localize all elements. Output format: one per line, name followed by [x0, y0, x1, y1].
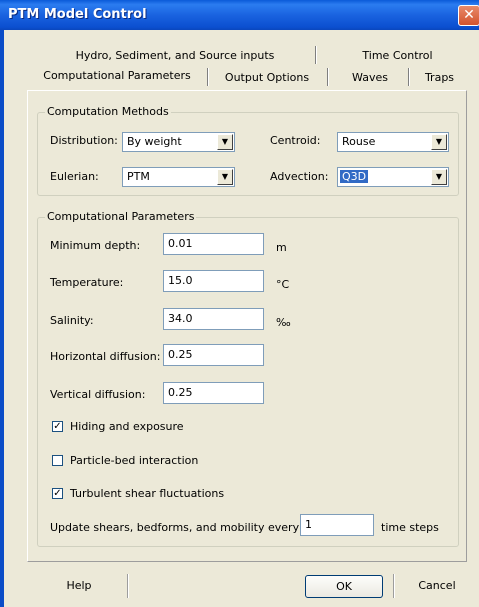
advection-value: Q3D [340, 170, 369, 183]
button-divider [393, 574, 395, 598]
chevron-down-icon[interactable]: ▼ [217, 134, 233, 150]
window-title: PTM Model Control [8, 7, 147, 22]
tab-divider [207, 68, 209, 86]
ok-button[interactable]: OK [305, 575, 383, 598]
tab-waves[interactable]: Waves [335, 68, 405, 88]
close-button[interactable]: ✕ [458, 5, 479, 26]
tab-label: Time Control [362, 49, 433, 62]
min-depth-value: 0.01 [168, 237, 193, 250]
tab-divider [315, 46, 317, 64]
vertical-diffusion-input[interactable]: 0.25 [163, 382, 264, 404]
cancel-label: Cancel [418, 579, 456, 592]
centroid-value: Rouse [342, 135, 376, 148]
horizontal-diffusion-value: 0.25 [168, 348, 193, 361]
eulerian-select[interactable]: PTM ▼ [122, 167, 235, 187]
centroid-select[interactable]: Rouse ▼ [337, 132, 449, 152]
button-divider [127, 574, 129, 598]
tab-traps[interactable]: Traps [412, 68, 467, 88]
vertical-diffusion-label: Vertical diffusion: [50, 388, 146, 401]
distribution-label: Distribution: [50, 134, 118, 147]
turbulent-shear-label: Turbulent shear fluctuations [70, 487, 225, 500]
horizontal-diffusion-label: Horizontal diffusion: [50, 350, 161, 363]
window-frame-left [0, 30, 4, 607]
horizontal-diffusion-input[interactable]: 0.25 [163, 344, 264, 366]
update-every-value: 1 [305, 518, 312, 531]
hiding-exposure-label: Hiding and exposure [70, 420, 184, 433]
chevron-down-icon[interactable]: ▼ [431, 134, 447, 150]
ptm-model-control-dialog: PTM Model Control ✕ Hydro, Sediment, and… [0, 0, 479, 607]
eulerian-label: Eulerian: [50, 170, 99, 183]
temperature-label: Temperature: [50, 276, 124, 289]
tab-divider [408, 68, 410, 86]
help-button[interactable]: Help [40, 575, 118, 598]
tab-label: Hydro, Sediment, and Source inputs [75, 49, 275, 62]
centroid-label: Centroid: [270, 134, 321, 147]
distribution-value: By weight [127, 135, 182, 148]
chevron-down-icon[interactable]: ▼ [217, 169, 233, 185]
temperature-input[interactable]: 15.0 [163, 270, 264, 292]
chevron-down-icon[interactable]: ▼ [431, 169, 447, 185]
tab-label: Computational Parameters [43, 69, 191, 82]
salinity-label: Salinity: [50, 314, 94, 327]
min-depth-input[interactable]: 0.01 [163, 233, 264, 255]
update-every-input[interactable]: 1 [300, 514, 374, 536]
advection-label: Advection: [270, 170, 329, 183]
tab-time-control[interactable]: Time Control [340, 46, 455, 66]
particle-bed-interaction-label: Particle-bed interaction [70, 454, 199, 467]
distribution-select[interactable]: By weight ▼ [122, 132, 235, 152]
turbulent-shear-checkbox[interactable]: ✓ [52, 488, 63, 499]
eulerian-value: PTM [127, 170, 150, 183]
advection-select[interactable]: Q3D ▼ [337, 167, 449, 187]
min-depth-label: Minimum depth: [50, 239, 141, 252]
tab-divider [327, 68, 329, 86]
salinity-unit: ‰ [276, 316, 291, 329]
ok-label: OK [336, 580, 352, 593]
tab-label: Output Options [224, 71, 310, 84]
temperature-value: 15.0 [168, 274, 193, 287]
min-depth-unit: m [276, 241, 287, 254]
salinity-value: 34.0 [168, 312, 193, 325]
vertical-diffusion-value: 0.25 [168, 386, 193, 399]
salinity-input[interactable]: 34.0 [163, 308, 264, 330]
title-bar[interactable]: PTM Model Control ✕ [0, 0, 479, 30]
particle-bed-interaction-checkbox[interactable] [52, 455, 63, 466]
checkmark-icon: ✓ [53, 421, 62, 432]
update-every-unit: time steps [381, 521, 439, 534]
update-every-label: Update shears, bedforms, and mobility ev… [50, 521, 300, 534]
tab-hydro-sediment-source[interactable]: Hydro, Sediment, and Source inputs [55, 46, 295, 66]
cancel-button[interactable]: Cancel [398, 575, 476, 598]
close-icon: ✕ [463, 7, 475, 23]
tab-label: Traps [424, 71, 455, 84]
tab-computational-parameters[interactable]: Computational Parameters [34, 66, 200, 86]
computational-parameters-title: Computational Parameters [45, 210, 197, 223]
checkmark-icon: ✓ [53, 488, 62, 499]
computation-methods-title: Computation Methods [45, 105, 171, 118]
tab-output-options[interactable]: Output Options [212, 68, 322, 88]
tab-label: Waves [352, 71, 388, 84]
hiding-exposure-checkbox[interactable]: ✓ [52, 421, 63, 432]
temperature-unit: °C [276, 278, 290, 291]
help-label: Help [66, 579, 92, 592]
